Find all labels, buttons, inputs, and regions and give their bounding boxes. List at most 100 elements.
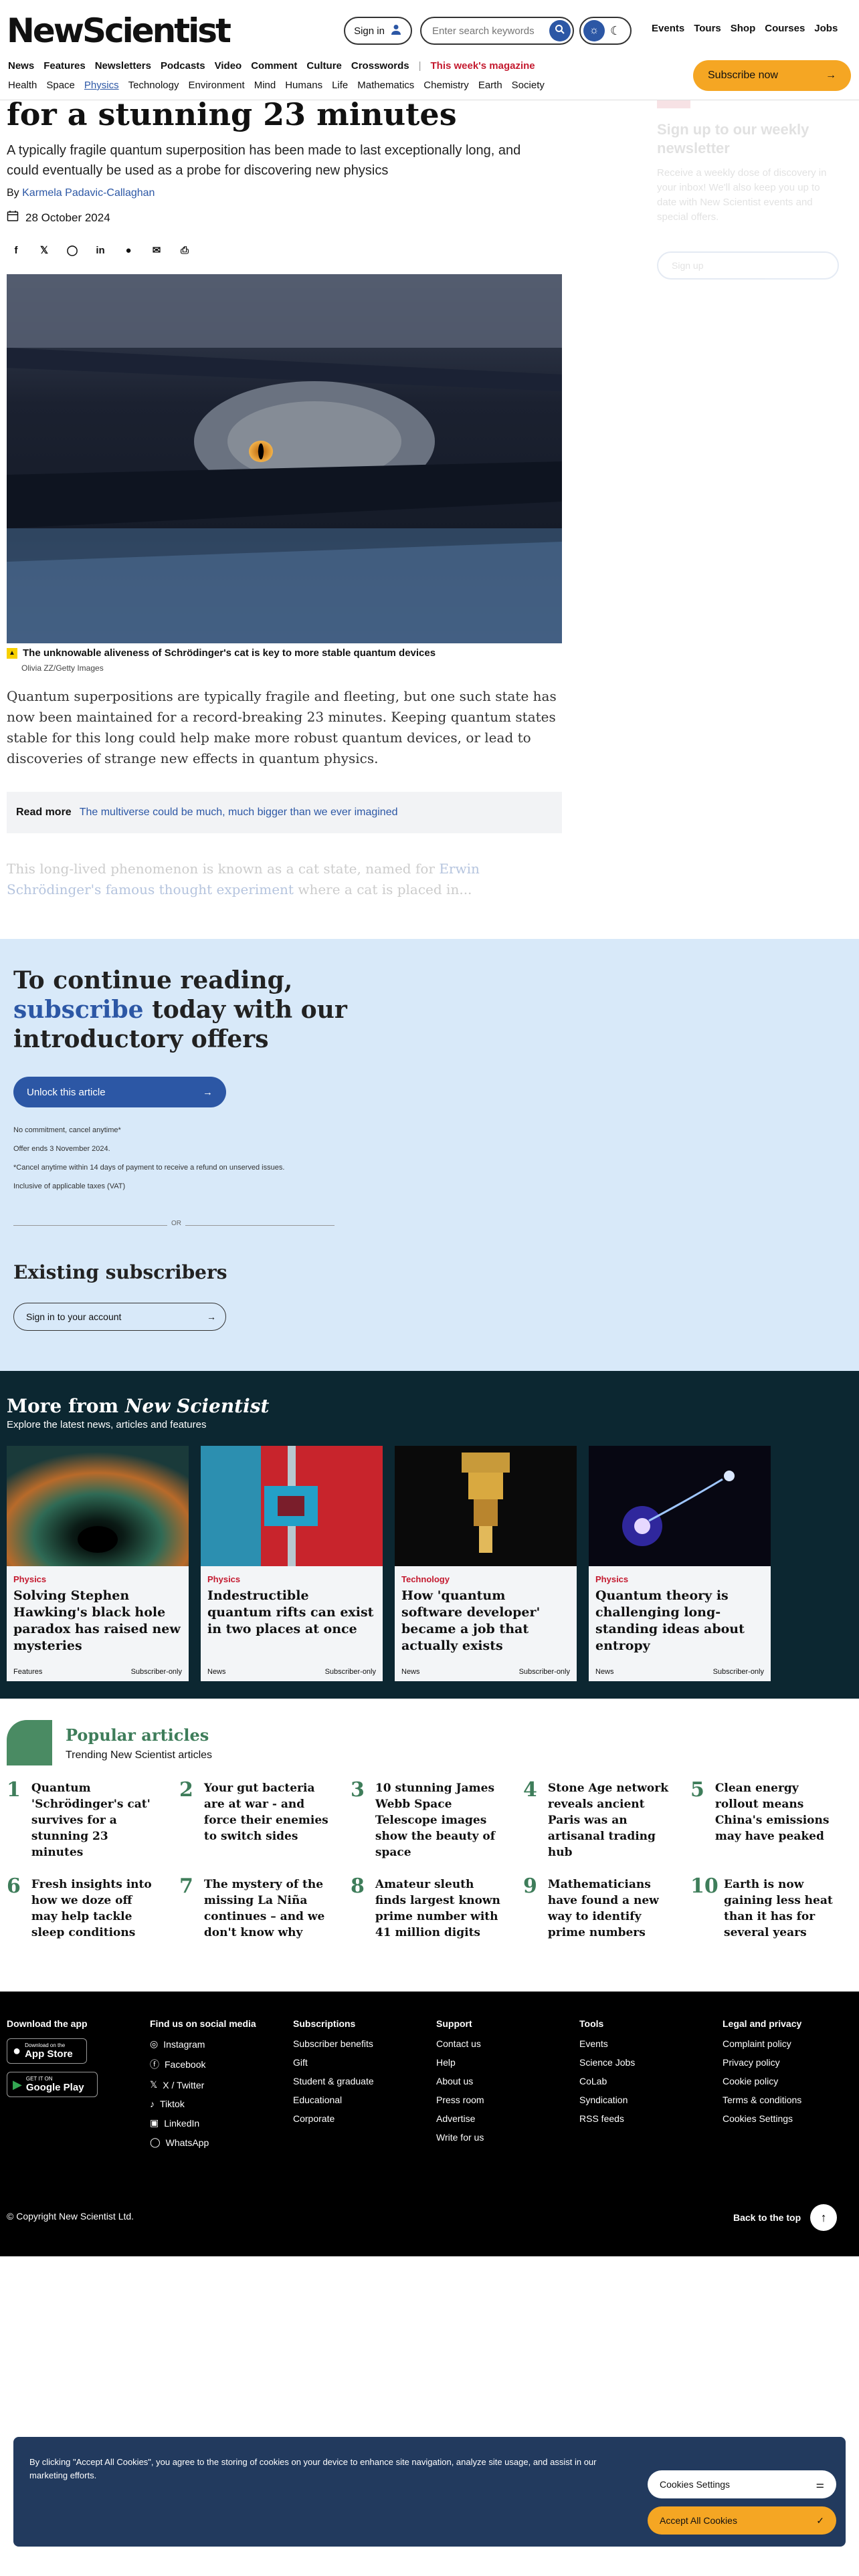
footer-link[interactable]: Cookie policy (723, 2076, 801, 2086)
popular-item[interactable]: 1 Quantum 'Schrödinger's cat' survives fo… (7, 1780, 162, 1860)
section-earth[interactable]: Earth (478, 80, 502, 91)
footer-link[interactable]: CoLab (579, 2076, 635, 2086)
top-link-jobs[interactable]: Jobs (814, 23, 838, 34)
top-link-courses[interactable]: Courses (765, 23, 805, 34)
footer-link[interactable]: Advertise (436, 2113, 484, 2124)
theme-toggle[interactable]: ☼ ☾ (579, 17, 632, 45)
section-space[interactable]: Space (46, 80, 75, 91)
popular-item-title: Stone Age network reveals ancient Paris … (547, 1782, 668, 1859)
footer-tiktok[interactable]: ♪ Tiktok (150, 2099, 256, 2109)
app-store-button[interactable]: ● Download on the App Store (7, 2038, 87, 2064)
reddit-icon[interactable]: ● (122, 243, 135, 257)
article-card[interactable]: Technology How 'quantum software develop… (395, 1446, 577, 1681)
caption-text: The unknowable aliveness of Schrödinger'… (23, 647, 436, 659)
unlock-article-button[interactable]: Unlock this article → (13, 1077, 226, 1107)
nav-newsletters[interactable]: Newsletters (95, 60, 151, 72)
footer-link[interactable]: Help (436, 2057, 484, 2068)
footer-link[interactable]: Complaint policy (723, 2038, 801, 2049)
footer-x-twitter[interactable]: 𝕏 X / Twitter (150, 2079, 256, 2090)
section-mathematics[interactable]: Mathematics (357, 80, 414, 91)
nav-podcasts[interactable]: Podcasts (161, 60, 205, 72)
article-card[interactable]: Physics Indestructible quantum rifts can… (201, 1446, 383, 1681)
email-icon[interactable]: ✉ (150, 243, 163, 257)
footer-link-label: Tiktok (160, 2099, 185, 2109)
footer-link[interactable]: Events (579, 2038, 635, 2049)
footer-link[interactable]: RSS feeds (579, 2113, 635, 2124)
popular-item[interactable]: 3 10 stunning James Webb Space Telescope … (351, 1780, 506, 1860)
top-link-tours[interactable]: Tours (694, 23, 721, 34)
site-logo[interactable]: NewScientist (7, 12, 231, 49)
popular-subtitle: Trending New Scientist articles (66, 1749, 213, 1761)
section-humans[interactable]: Humans (285, 80, 322, 91)
section-technology[interactable]: Technology (128, 80, 179, 91)
footer-social-column: Find us on social media ◎ Instagram ⓕ Face… (150, 2018, 256, 2156)
footer-link[interactable]: About us (436, 2076, 484, 2086)
popular-item[interactable]: 4 Stone Age network reveals ancient Paris… (523, 1780, 678, 1860)
read-more-link[interactable]: The multiverse could be much, much bigge… (80, 807, 398, 819)
article-card[interactable]: Physics Quantum theory is challenging lo… (589, 1446, 771, 1681)
card-access: Subscriber-only (130, 1668, 182, 1676)
footer-link[interactable]: Science Jobs (579, 2057, 635, 2068)
section-life[interactable]: Life (332, 80, 348, 91)
top-links: Events Tours Shop Courses Jobs (652, 23, 838, 34)
footer-link[interactable]: Cookies Settings (723, 2113, 801, 2124)
top-link-shop[interactable]: Shop (731, 23, 756, 34)
footer-link[interactable]: Privacy policy (723, 2057, 801, 2068)
section-chemistry[interactable]: Chemistry (423, 80, 469, 91)
search-input[interactable] (432, 25, 546, 37)
footer-link[interactable]: Subscriber benefits (293, 2038, 374, 2049)
cookie-banner: By clicking "Accept All Cookies", you ag… (13, 2437, 846, 2547)
nav-news[interactable]: News (8, 60, 34, 72)
footer-whatsapp[interactable]: ◯ WhatsApp (150, 2137, 256, 2148)
article-card[interactable]: Physics Solving Stephen Hawking's black … (7, 1446, 189, 1681)
footer-link[interactable]: Syndication (579, 2095, 635, 2105)
footer-linkedin[interactable]: ▣ LinkedIn (150, 2117, 256, 2129)
cookies-settings-button[interactable]: Cookies Settings ⚌ (648, 2470, 836, 2498)
top-link-events[interactable]: Events (652, 23, 684, 34)
footer-link[interactable]: Corporate (293, 2113, 374, 2124)
nav-crosswords[interactable]: Crosswords (351, 60, 409, 72)
search-button[interactable] (549, 20, 571, 41)
paywall-line1: To continue reading, (13, 966, 293, 994)
nav-video[interactable]: Video (215, 60, 242, 72)
whatsapp-icon[interactable]: ◯ (66, 243, 79, 257)
footer-link[interactable]: Gift (293, 2057, 374, 2068)
sign-in-account-button[interactable]: Sign in to your account → (13, 1303, 226, 1331)
accept-all-cookies-button[interactable]: Accept All Cookies ✓ (648, 2506, 836, 2535)
popular-item[interactable]: 10 Earth is now gaining less heat than it… (690, 1876, 846, 1941)
card-image (589, 1446, 771, 1566)
print-icon[interactable]: ⎙ (178, 243, 191, 257)
subscribe-now-button[interactable]: Subscribe now → (693, 60, 851, 91)
x-twitter-icon[interactable]: 𝕏 (37, 243, 51, 257)
section-society[interactable]: Society (512, 80, 545, 91)
footer-link[interactable]: Educational (293, 2095, 374, 2105)
nav-comment[interactable]: Comment (251, 60, 297, 72)
footer-link[interactable]: Write for us (436, 2132, 484, 2143)
sign-in-button[interactable]: Sign in (344, 17, 412, 45)
nav-magazine[interactable]: This week's magazine (431, 60, 535, 72)
section-environment[interactable]: Environment (188, 80, 244, 91)
popular-item[interactable]: 2 Your gut bacteria are at war - and forc… (179, 1780, 335, 1844)
section-health[interactable]: Health (8, 80, 37, 91)
popular-item[interactable]: 8 Amateur sleuth finds largest known prim… (351, 1876, 506, 1941)
nav-culture[interactable]: Culture (306, 60, 342, 72)
popular-item[interactable]: 5 Clean energy rollout means China's emis… (690, 1780, 846, 1844)
footer-link[interactable]: Press room (436, 2095, 484, 2105)
section-physics[interactable]: Physics (84, 80, 119, 91)
google-play-button[interactable]: ▶ GET IT ON Google Play (7, 2072, 98, 2097)
nav-features[interactable]: Features (43, 60, 86, 72)
footer-facebook[interactable]: ⓕ Facebook (150, 2058, 256, 2071)
facebook-icon[interactable]: f (9, 243, 23, 257)
footer-link[interactable]: Contact us (436, 2038, 484, 2049)
popular-item[interactable]: 6 Fresh insights into how we doze off may… (7, 1876, 162, 1941)
section-mind[interactable]: Mind (254, 80, 276, 91)
back-to-top-button[interactable]: Back to the top ↑ (733, 2204, 838, 2231)
footer-instagram[interactable]: ◎ Instagram (150, 2038, 256, 2050)
popular-item[interactable]: 9 Mathematicians have found a new way to … (523, 1876, 678, 1941)
footer-link[interactable]: Student & graduate (293, 2076, 374, 2086)
linkedin-icon[interactable]: in (94, 243, 107, 257)
author-link[interactable]: Karmela Padavic-Callaghan (22, 187, 155, 199)
newsletter-signup-button[interactable]: Sign up (657, 251, 839, 280)
footer-link[interactable]: Terms & conditions (723, 2095, 801, 2105)
popular-item[interactable]: 7 The mystery of the missing La Niña cont… (179, 1876, 335, 1941)
